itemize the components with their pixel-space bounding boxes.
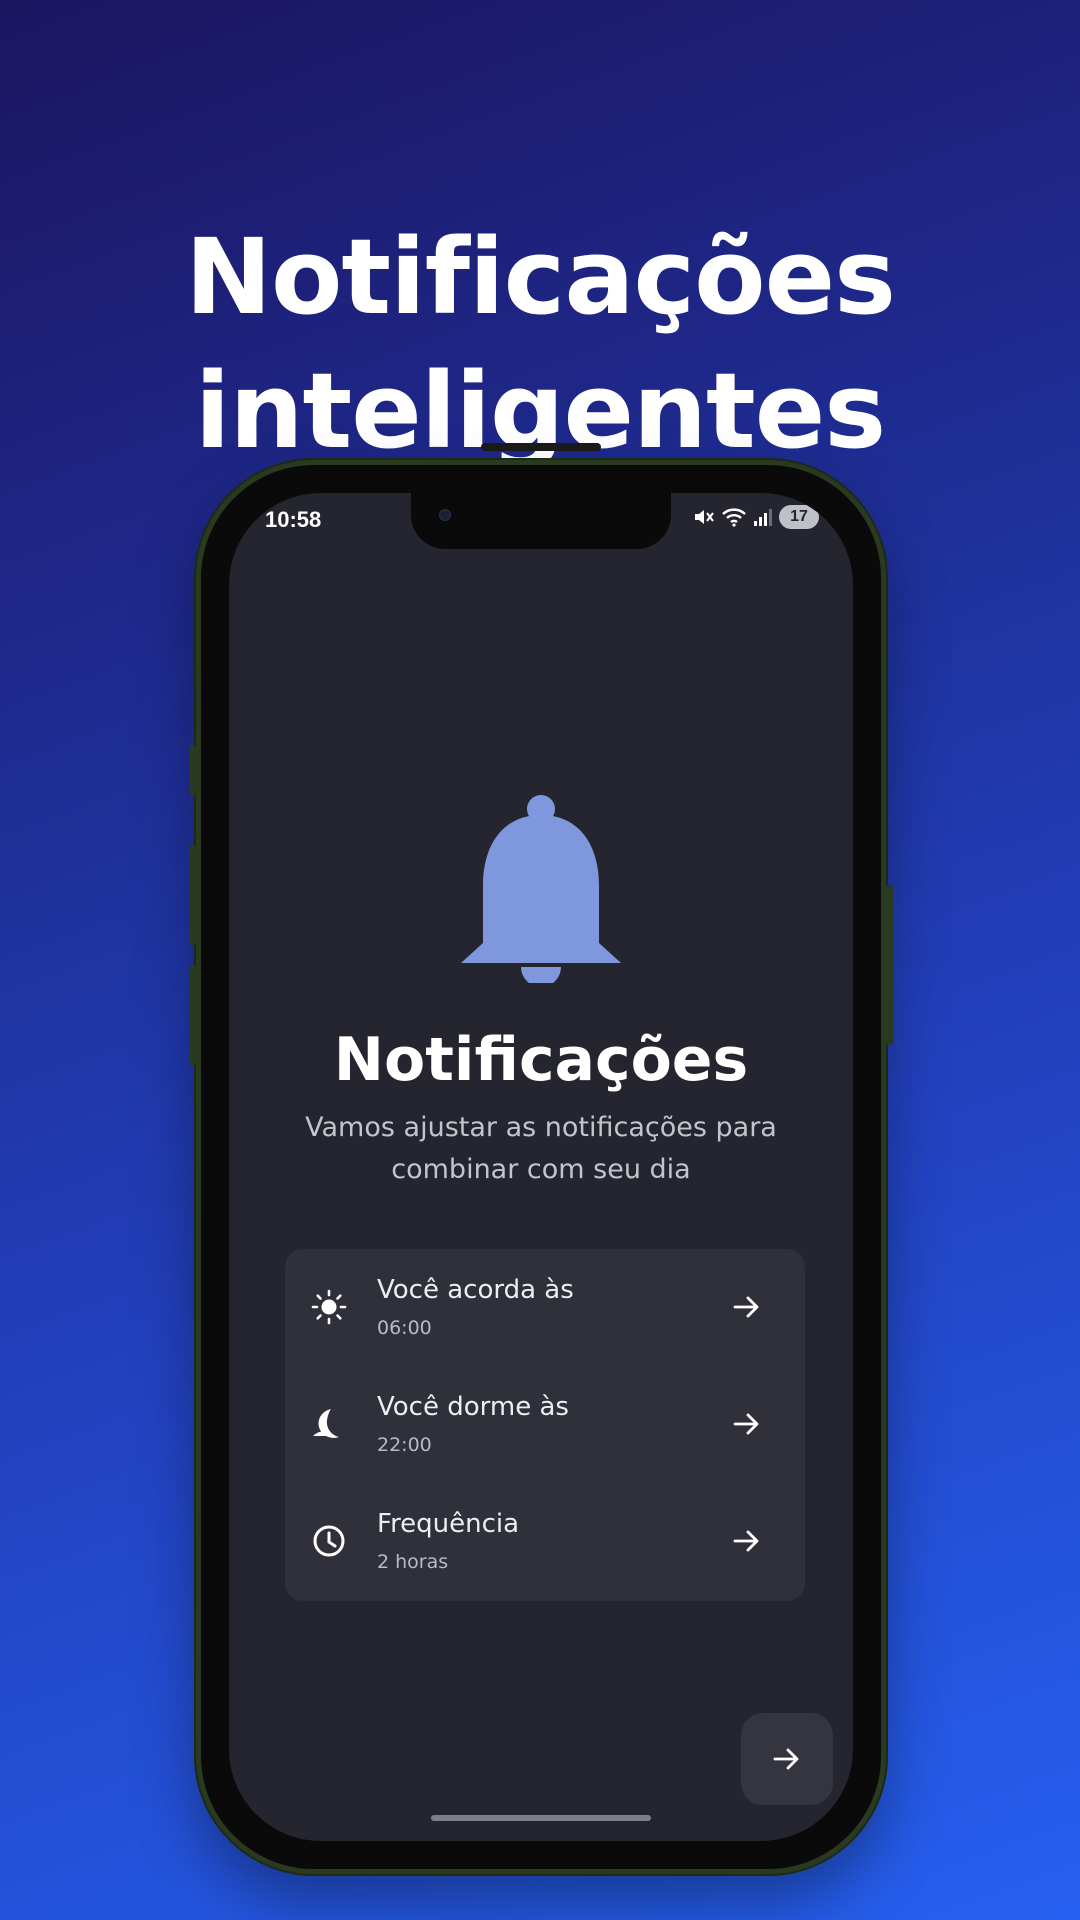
arrow-right-icon [733, 1530, 759, 1552]
setting-row-wake-time[interactable]: Você acorda às 06:00 [285, 1249, 805, 1366]
setting-label: Frequência [377, 1509, 520, 1539]
app-screen: 10:58 17 Notificações Vamos ajustar as n… [229, 493, 853, 1841]
setting-value: 06:00 [377, 1317, 432, 1339]
arrow-right-icon [733, 1413, 759, 1435]
promo-headline: Notificações inteligentes [0, 210, 1080, 478]
moon-icon [313, 1409, 339, 1438]
setting-row-sleep-time[interactable]: Você dorme às 22:00 [285, 1366, 805, 1483]
clock-icon [313, 1525, 345, 1557]
notch [411, 493, 671, 549]
arrow-right-icon [773, 1748, 799, 1770]
setting-label: Você acorda às [377, 1275, 574, 1305]
phone-silent-switch [189, 745, 196, 795]
bell-icon [461, 795, 621, 983]
arrow-right-icon [733, 1296, 759, 1318]
phone-volume-up [189, 845, 196, 945]
promo-headline-line2: inteligentes [194, 349, 886, 472]
phone-frame: 10:58 17 Notificações Vamos ajustar as n… [189, 443, 893, 1874]
signal-icon [754, 509, 772, 526]
screen-title: Notificações [333, 1025, 749, 1095]
wifi-icon [722, 508, 746, 527]
promo-headline-line1: Notificações [184, 215, 896, 338]
next-button[interactable] [741, 1713, 833, 1805]
battery-badge: 17 [779, 505, 819, 529]
setting-label: Você dorme às [377, 1392, 569, 1422]
setting-value: 22:00 [377, 1434, 432, 1456]
home-indicator[interactable] [431, 1815, 651, 1821]
phone-power-button [886, 885, 893, 1045]
setting-value: 2 horas [377, 1551, 449, 1573]
mute-icon [695, 510, 714, 524]
phone-volume-down [189, 965, 196, 1065]
front-camera [439, 509, 451, 521]
status-time: 10:58 [265, 507, 322, 532]
screen-subtitle: Vamos ajustar as notificações para combi… [305, 1112, 777, 1185]
settings-card: Você acorda às 06:00 Você dorme às 22:00 [285, 1249, 805, 1601]
sun-icon [311, 1289, 347, 1325]
status-icons: 17 [693, 505, 819, 529]
phone-earpiece [481, 443, 601, 451]
setting-row-frequency[interactable]: Frequência 2 horas [285, 1483, 805, 1600]
